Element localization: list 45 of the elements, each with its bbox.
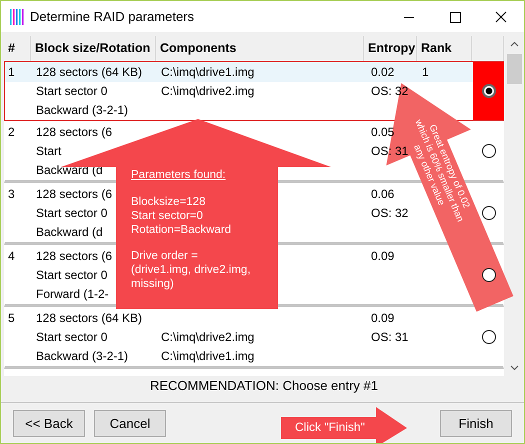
radio-button[interactable] <box>482 144 496 158</box>
recommendation-text: RECOMMENDATION: Choose entry #1 <box>148 377 380 395</box>
radio-button[interactable] <box>482 84 496 98</box>
table-cell-text: 1 <box>422 64 429 81</box>
table-cell-text: C:\imq\drive2.img <box>161 83 254 100</box>
table-cell-text: 0.06 <box>371 186 394 203</box>
table-cell-text: Backward (d <box>36 224 103 241</box>
table-cell-text: C:\imq\drive1.img <box>161 64 254 81</box>
table-cell-text: Forward (1-2- <box>36 286 109 303</box>
table-cell-text: 0.09 <box>371 310 394 327</box>
table-cell-text: 128 sectors (6 <box>36 186 112 203</box>
wizard-button[interactable]: Cancel <box>94 410 166 437</box>
table-cell-text: 3 <box>8 186 15 203</box>
table-cell-text: Start sector 0 <box>36 205 108 222</box>
table-cell-text: 4 <box>8 248 15 265</box>
table-cell-text: Backward (3-2-1) <box>36 102 128 119</box>
table-cell-text: 128 sectors (6 <box>36 248 112 265</box>
wizard-button[interactable]: Finish <box>440 410 512 437</box>
table-cell-text: 128 sectors (64 KB) <box>36 310 142 327</box>
table-cell-text: Backward (3-2-1) <box>36 348 128 365</box>
table-cell-text: Start sector 0 <box>36 267 108 284</box>
callout-text: Click "Finish" <box>295 420 365 434</box>
table-cell-text: OS: 32 <box>371 205 408 222</box>
table-cell-text: 128 sectors (6 <box>36 124 112 141</box>
window-title: Determine RAID parameters <box>30 9 194 24</box>
table-cell-text: 128 sectors (64 KB) <box>36 64 142 81</box>
callout-text: Drive order = (drive1.img, drive2.img, missing) <box>131 249 251 291</box>
table-cell-text: Start sector 0 <box>36 329 108 346</box>
table-cell-text: Start sector 0 <box>36 83 108 100</box>
table-cell-text: 2 <box>8 124 15 141</box>
scroll-thumb[interactable] <box>507 54 522 84</box>
callout-text: Blocksize=128 Start sector=0 Rotation=Backward <box>131 195 232 237</box>
wizard-button[interactable]: << Back <box>13 410 85 437</box>
callout-title: Parameters found: <box>131 169 226 181</box>
table-cell-text: 0.09 <box>371 248 394 265</box>
table-cell-text: C:\imq\drive1.img <box>161 348 254 365</box>
table-cell-text: C:\imq\drive2.img <box>161 329 254 346</box>
radio-button[interactable] <box>482 206 496 220</box>
table-cell-text: 5 <box>8 310 15 327</box>
app-icon <box>10 8 24 24</box>
table-cell-text: 1 <box>8 64 15 81</box>
table-cell-text: 0.02 <box>371 64 394 81</box>
table-cell-text: Start <box>36 143 62 160</box>
table-cell-text: OS: 31 <box>371 329 408 346</box>
radio-button[interactable] <box>482 330 496 344</box>
